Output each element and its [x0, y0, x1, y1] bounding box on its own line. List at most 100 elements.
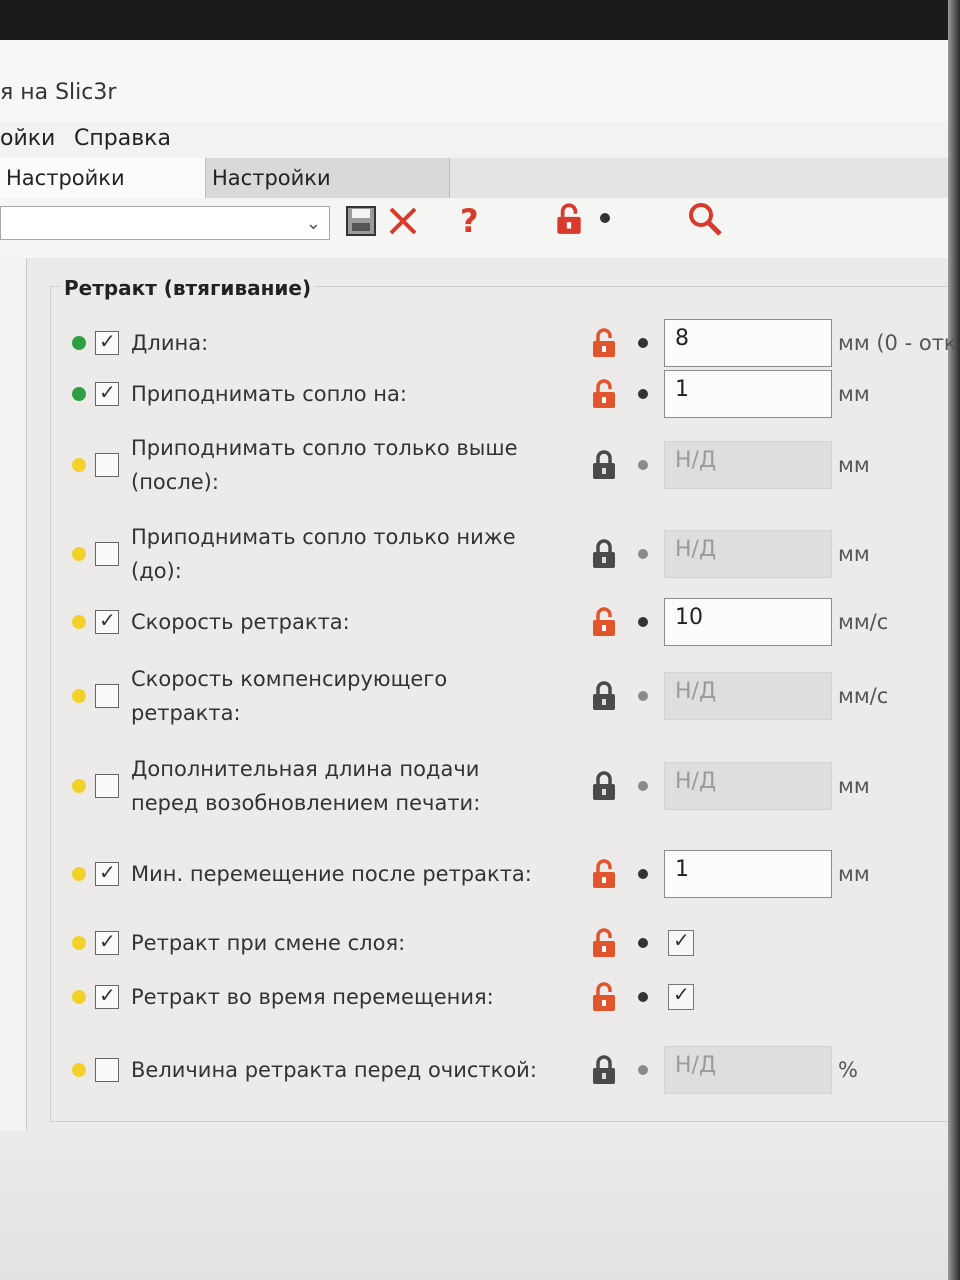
- reset-dot-icon[interactable]: [638, 869, 648, 879]
- unlock-icon[interactable]: [591, 927, 617, 959]
- save-icon[interactable]: [344, 204, 378, 238]
- value-checkbox[interactable]: ✓: [668, 928, 694, 956]
- status-indicator-icon: [72, 336, 86, 350]
- row-enable-checkbox[interactable]: [95, 774, 119, 798]
- value-input: Н/Д: [664, 672, 832, 720]
- menu-item-settings[interactable]: ойки: [0, 126, 55, 151]
- status-indicator-icon: [72, 779, 86, 793]
- reset-dot-icon[interactable]: [638, 781, 648, 791]
- status-indicator-icon: [72, 936, 86, 950]
- reset-dot-icon[interactable]: [638, 338, 648, 348]
- unlock-icon[interactable]: [591, 378, 617, 410]
- checkmark-icon: ✓: [99, 329, 116, 353]
- checkmark-icon: ✓: [99, 380, 116, 404]
- setting-label: Длина:: [131, 331, 209, 355]
- delete-icon[interactable]: [386, 204, 420, 238]
- empty-area: [0, 1130, 948, 1280]
- unit-label: мм: [838, 542, 870, 566]
- tab-printer-settings[interactable]: Настройки принтера: [206, 158, 450, 230]
- value-input[interactable]: 1: [664, 850, 832, 898]
- row-enable-checkbox[interactable]: [95, 542, 119, 566]
- section-title: Ретракт (втягивание): [60, 276, 316, 300]
- setting-label: Ретракт при смене слоя:: [131, 931, 406, 955]
- value-input: Н/Д: [664, 762, 832, 810]
- reset-dot-icon[interactable]: [638, 389, 648, 399]
- value-checkbox[interactable]: ✓: [668, 982, 694, 1010]
- row-enable-checkbox[interactable]: ✓: [95, 380, 119, 406]
- unlock-icon[interactable]: [591, 327, 617, 359]
- svg-text:?: ?: [460, 202, 479, 238]
- status-indicator-icon: [72, 615, 86, 629]
- unit-label: %: [838, 1058, 858, 1082]
- unit-label: мм: [838, 382, 870, 406]
- row-enable-checkbox[interactable]: ✓: [95, 329, 119, 355]
- checkmark-icon: ✓: [99, 860, 116, 884]
- screen-bezel-right: [948, 0, 960, 1280]
- value-input[interactable]: 8: [664, 319, 832, 367]
- reset-dot-icon[interactable]: [638, 992, 648, 1002]
- setting-label: Ретракт во время перемещения:: [131, 985, 494, 1009]
- row-enable-checkbox[interactable]: ✓: [95, 983, 119, 1009]
- value-input: Н/Д: [664, 530, 832, 578]
- checkmark-icon: ✓: [673, 982, 690, 1006]
- checkmark-icon: ✓: [99, 929, 116, 953]
- setting-label: Приподнимать сопло на:: [131, 382, 407, 406]
- setting-label: Величина ретракта перед очисткой:: [131, 1058, 537, 1082]
- status-indicator-icon: [72, 547, 86, 561]
- search-icon[interactable]: [686, 200, 724, 238]
- row-enable-checkbox[interactable]: [95, 1058, 119, 1082]
- setting-label: Скорость компенсирующего ретракта:: [131, 667, 448, 725]
- help-icon[interactable]: ?: [455, 202, 485, 238]
- unlock-icon[interactable]: [591, 981, 617, 1013]
- title-bar: [0, 40, 948, 122]
- unit-label: мм: [838, 774, 870, 798]
- lock-icon[interactable]: [591, 770, 617, 802]
- reset-dot-icon[interactable]: [638, 1065, 648, 1075]
- reset-dot-icon[interactable]: [638, 938, 648, 948]
- row-enable-checkbox[interactable]: [95, 684, 119, 708]
- value-input[interactable]: 10: [664, 598, 832, 646]
- preset-dropdown[interactable]: ⌄: [0, 206, 330, 240]
- setting-label: Дополнительная длина подачи перед возобн…: [131, 757, 481, 815]
- status-indicator-icon: [72, 689, 86, 703]
- checkmark-icon: ✓: [673, 928, 690, 952]
- reset-dot-icon[interactable]: [638, 549, 648, 559]
- lock-icon[interactable]: [591, 1054, 617, 1086]
- row-enable-checkbox[interactable]: ✓: [95, 860, 119, 886]
- reset-dot-icon[interactable]: [638, 617, 648, 627]
- tab-filament-settings[interactable]: Настройки прутка: [0, 158, 206, 230]
- unit-label: мм (0 - отк: [838, 331, 957, 355]
- lock-icon[interactable]: [591, 680, 617, 712]
- checkmark-icon: ✓: [99, 983, 116, 1007]
- unit-label: мм/с: [838, 684, 889, 708]
- reset-dot-icon[interactable]: [638, 691, 648, 701]
- reset-dot-icon[interactable]: [638, 460, 648, 470]
- row-enable-checkbox[interactable]: ✓: [95, 929, 119, 955]
- status-indicator-icon: [72, 867, 86, 881]
- status-indicator-icon: [72, 1063, 86, 1077]
- row-enable-checkbox[interactable]: [95, 453, 119, 477]
- unit-label: мм: [838, 862, 870, 886]
- unlock-icon[interactable]: [591, 606, 617, 638]
- unlock-icon[interactable]: [591, 858, 617, 890]
- unit-label: мм: [838, 453, 870, 477]
- status-indicator-icon: [72, 387, 86, 401]
- value-input: Н/Д: [664, 1046, 832, 1094]
- unit-label: мм/с: [838, 610, 889, 634]
- value-input: Н/Д: [664, 441, 832, 489]
- status-dot-icon: [600, 213, 610, 223]
- chevron-down-icon: ⌄: [305, 213, 321, 234]
- left-panel: [0, 258, 27, 1280]
- lock-icon[interactable]: [591, 449, 617, 481]
- setting-label: Приподнимать сопло только выше (после):: [131, 436, 518, 494]
- menu-item-help[interactable]: Справка: [74, 126, 171, 151]
- checkmark-icon: ✓: [99, 608, 116, 632]
- row-enable-checkbox[interactable]: ✓: [95, 608, 119, 634]
- value-input[interactable]: 1: [664, 370, 832, 418]
- screen-bezel: [0, 0, 960, 40]
- setting-label: Скорость ретракта:: [131, 610, 350, 634]
- lock-icon[interactable]: [591, 538, 617, 570]
- unlock-icon[interactable]: [554, 202, 584, 236]
- setting-label: Приподнимать сопло только ниже (до):: [131, 525, 516, 583]
- window-title: я на Slic3r: [0, 80, 117, 105]
